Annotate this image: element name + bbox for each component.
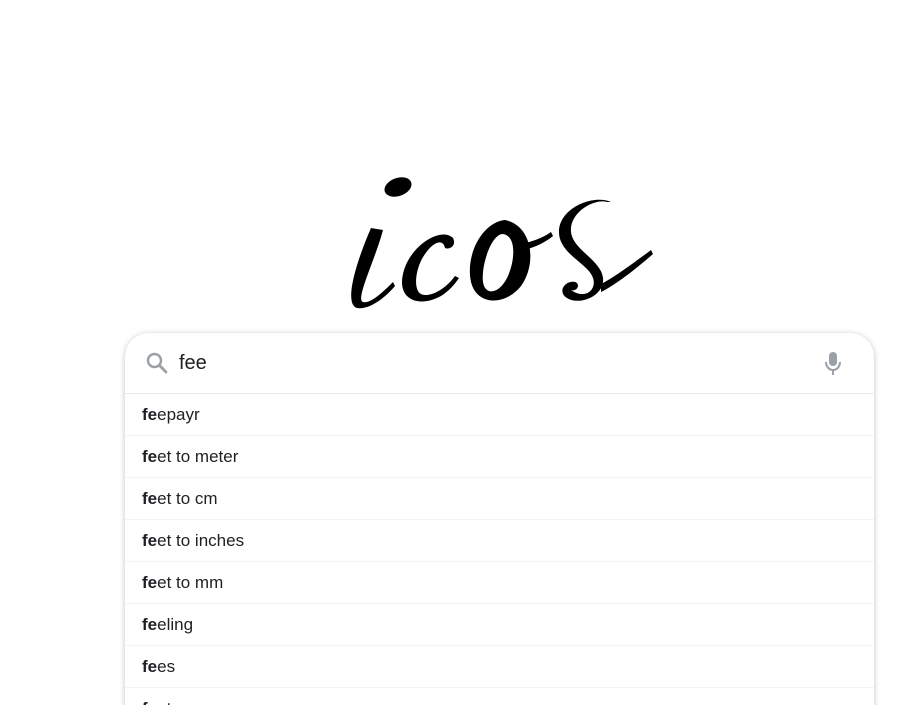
suggestion-list: fe epayr fe et to meter fe et to cm fe et to… <box>125 394 874 705</box>
suggestion-match: fe <box>142 699 157 705</box>
suggestion-completion: et to cm <box>157 488 218 508</box>
suggestion-completion: et <box>157 699 171 705</box>
suggestion-completion: et to inches <box>157 530 245 550</box>
suggestion-item[interactable]: fe epayr <box>125 394 874 436</box>
microphone-icon[interactable] <box>821 350 845 376</box>
suggestion-item[interactable]: fe et to cm <box>125 478 874 520</box>
suggestion-match: fe <box>142 614 158 634</box>
suggestion-match: fe <box>142 530 158 550</box>
suggestion-completion: es <box>157 656 176 676</box>
suggestion-item[interactable]: fe es <box>125 646 874 688</box>
search-icon <box>146 352 168 374</box>
suggestion-completion: et to meter <box>157 446 239 466</box>
suggestion-completion: epayr <box>157 404 200 424</box>
suggestion-match: fe <box>142 656 158 676</box>
suggestion-match: fe <box>142 488 158 508</box>
suggestion-completion: eling <box>157 614 194 634</box>
suggestion-match: fe <box>142 404 158 424</box>
suggestion-match: fe <box>142 572 158 592</box>
suggestion-item[interactable]: fe et to inches <box>125 520 874 562</box>
logo <box>351 177 653 309</box>
search-input[interactable] <box>179 347 799 379</box>
suggestion-match: fe <box>142 446 158 466</box>
suggestion-item[interactable]: fe et to meter <box>125 436 874 478</box>
suggestion-item[interactable]: feet <box>125 688 874 705</box>
suggestion-item[interactable]: fe et to mm <box>125 562 874 604</box>
search-box: feepayr feet to meter feet to cm feet to… <box>125 333 874 705</box>
search-bar <box>125 333 874 393</box>
search-page: feepayr feet to meter feet to cm feet to… <box>0 0 912 705</box>
suggestion-item[interactable]: fe eling <box>125 604 874 646</box>
suggestion-completion: et to mm <box>157 572 224 592</box>
